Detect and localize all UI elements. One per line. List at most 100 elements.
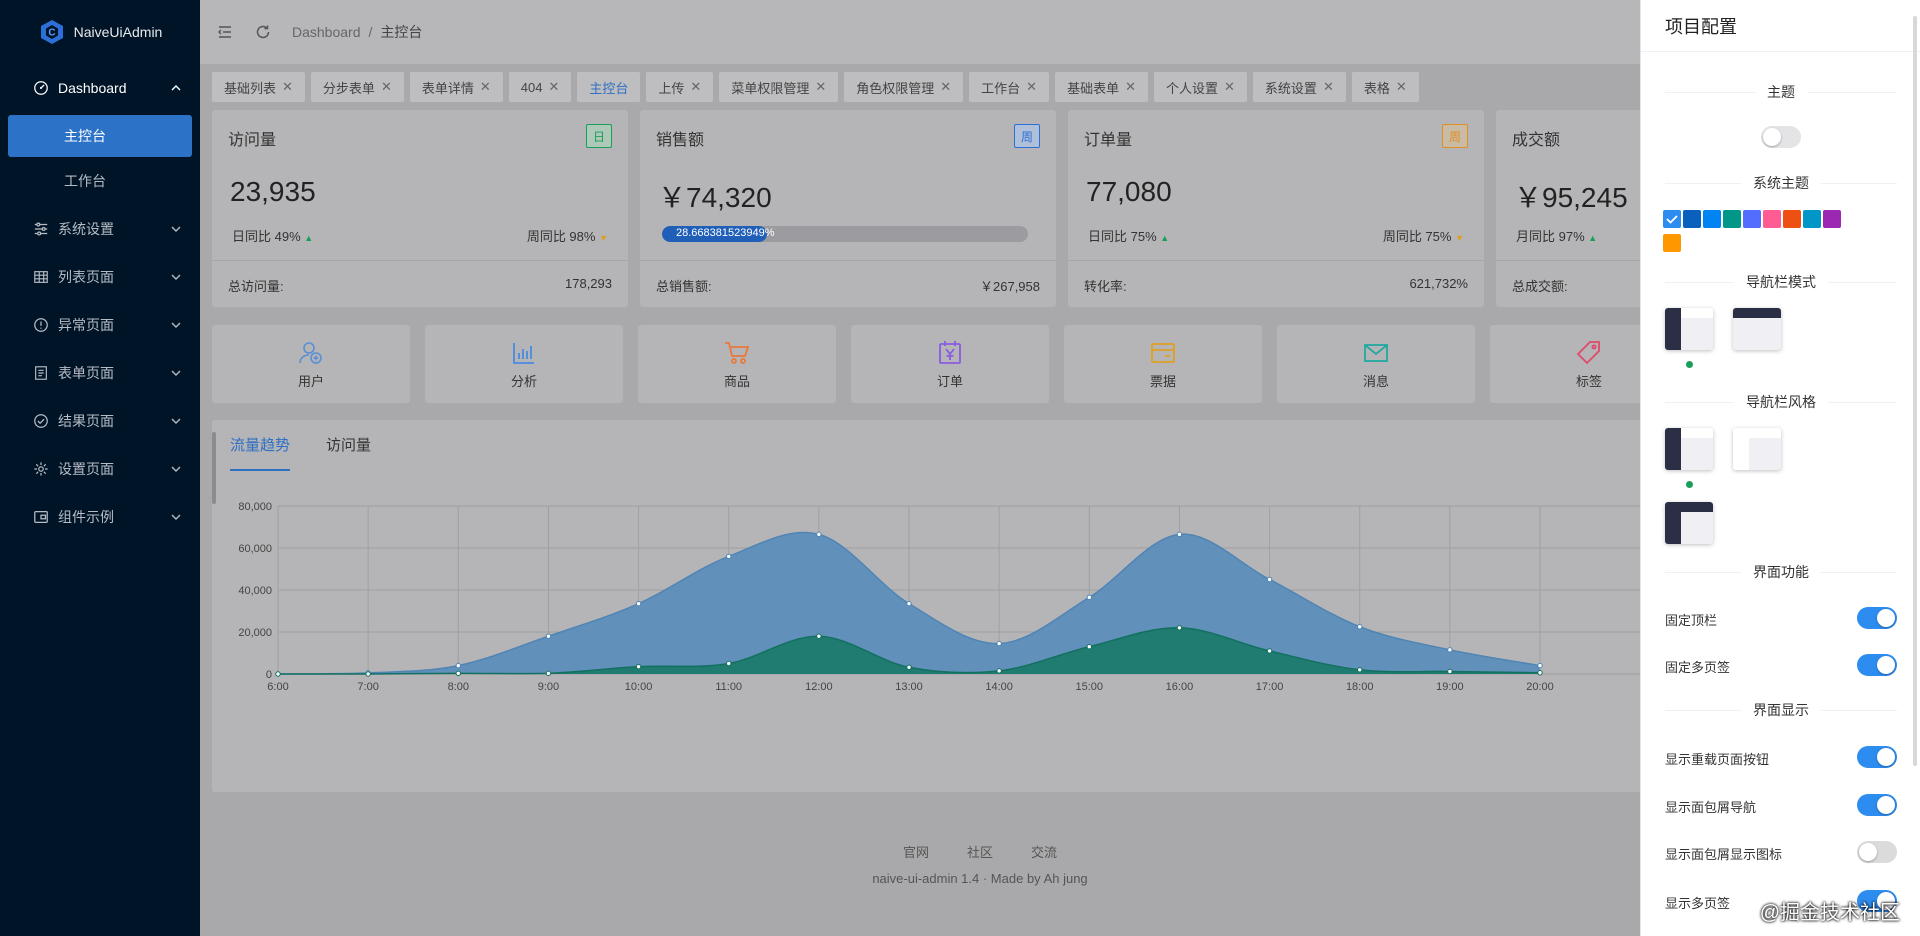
quick-entry-user[interactable]: 用户 (212, 325, 410, 403)
fixed-tabs-toggle[interactable] (1857, 654, 1897, 676)
sidebar-item-exception-pages[interactable]: 异常页面 (0, 301, 200, 349)
x-tick-label: 20:00 (1526, 681, 1554, 693)
refresh-icon[interactable] (254, 23, 272, 41)
sidebar-item-components[interactable]: 组件示例 (0, 493, 200, 541)
sidebar-item-list-pages[interactable]: 列表页面 (0, 253, 200, 301)
sidebar: C NaiveUiAdmin Dashboard 主控台 工作台 系统设置 列表… (0, 0, 200, 936)
close-icon[interactable]: ✕ (548, 79, 559, 95)
close-icon[interactable]: ✕ (381, 79, 392, 95)
theme-color-swatch[interactable] (1823, 210, 1841, 228)
chevron-up-icon (171, 85, 181, 91)
sidebar-subitem-console[interactable]: 主控台 (8, 115, 192, 157)
nav-mode-top-thumbnail[interactable] (1733, 308, 1781, 350)
data-point (1086, 644, 1092, 650)
show-reload-button-toggle[interactable] (1857, 746, 1897, 768)
breadcrumb-item-current[interactable]: 主控台 (380, 22, 422, 42)
quick-entry-orders[interactable]: 订单 (851, 325, 1049, 403)
selected-indicator (1686, 361, 1693, 368)
page-tab-label: 基础表单 (1067, 80, 1120, 96)
sidebar-subitem-workplace[interactable]: 工作台 (8, 160, 192, 202)
page-tab[interactable]: 上传 ✕ (646, 72, 714, 102)
sidebar-item-result-pages[interactable]: 结果页面 (0, 397, 200, 445)
sidebar-item-dashboard[interactable]: Dashboard (0, 64, 200, 112)
footer-link-community[interactable]: 社区 (967, 842, 993, 861)
quick-entry-label: 消息 (1362, 373, 1389, 389)
quick-entry-analysis[interactable]: 分析 (425, 325, 623, 403)
page-tab[interactable]: 基础表单 ✕ (1055, 72, 1148, 102)
nav-style-header-dark-thumbnail[interactable] (1665, 502, 1713, 544)
page-tab[interactable]: 菜单权限管理 ✕ (719, 72, 839, 102)
chevron-down-icon (171, 418, 181, 424)
theme-color-swatch[interactable] (1803, 210, 1821, 228)
page-tab[interactable]: 基础列表 ✕ (212, 72, 305, 102)
settings-drawer: 项目配置 主题 系统主题 导航栏模式 导航栏风格 界面功能 固定顶栏 固定多页签… (1640, 0, 1920, 936)
close-icon[interactable]: ✕ (1026, 79, 1037, 95)
theme-color-swatch[interactable] (1763, 210, 1781, 228)
theme-color-swatch[interactable] (1663, 210, 1681, 228)
theme-color-swatch[interactable] (1703, 210, 1721, 228)
fixed-header-toggle[interactable] (1857, 607, 1897, 629)
trend-up-icon: ▲ (1588, 233, 1598, 243)
x-tick-label: 8:00 (448, 681, 469, 693)
sidebar-item-system-settings[interactable]: 系统设置 (0, 205, 200, 253)
quick-entry-goods[interactable]: 商品 (638, 325, 836, 403)
page-tab[interactable]: 分步表单 ✕ (310, 72, 404, 102)
tab-visits[interactable]: 访问量 (326, 434, 371, 471)
theme-color-swatch[interactable] (1683, 210, 1701, 228)
option-label: 固定多页签 (1665, 660, 1731, 675)
quick-entry-label: 分析 (510, 373, 537, 389)
page-tab[interactable]: 角色权限管理 ✕ (844, 72, 964, 102)
page-tab[interactable]: 工作台 ✕ (969, 72, 1050, 102)
breadcrumb-item-dashboard[interactable]: Dashboard (292, 24, 361, 40)
close-icon[interactable]: ✕ (1125, 79, 1136, 95)
footer-link-discuss[interactable]: 交流 (1031, 842, 1057, 861)
theme-color-swatch[interactable] (1743, 210, 1761, 228)
nav-style-dark-thumbnail[interactable] (1665, 428, 1713, 470)
stat-card-orders: 订单量 周 77,080 日同比 75% ▲ 周同比 75% ▼ 转化率: 62… (1068, 110, 1484, 307)
close-icon[interactable]: ✕ (940, 79, 951, 95)
stat-daily-compare: 日同比 49% ▲ (232, 229, 314, 244)
theme-color-swatch[interactable] (1783, 210, 1801, 228)
drawer-scrollbar[interactable] (1913, 16, 1917, 766)
stat-value: 23,935 (230, 176, 316, 207)
page-tab[interactable]: 系统设置 ✕ (1252, 72, 1346, 102)
sidebar-item-form-pages[interactable]: 表单页面 (0, 349, 200, 397)
dark-theme-toggle[interactable] (1761, 126, 1801, 148)
close-icon[interactable]: ✕ (815, 79, 826, 95)
page-tab-label: 主控台 (589, 80, 629, 96)
sidebar-item-setting-pages[interactable]: 设置页面 (0, 445, 200, 493)
theme-color-swatch[interactable] (1663, 234, 1681, 252)
tab-traffic-trend[interactable]: 流量趋势 (230, 434, 291, 471)
stat-card-sales: 销售额 周 ￥74,320 28.668381523949% 总销售额: ￥26… (640, 110, 1056, 307)
footer-link-official[interactable]: 官网 (903, 842, 929, 861)
close-icon[interactable]: ✕ (690, 79, 701, 95)
close-icon[interactable]: ✕ (1323, 79, 1334, 95)
sliders-icon (32, 220, 50, 238)
show-breadcrumb-icon-toggle[interactable] (1857, 841, 1897, 863)
theme-color-swatch[interactable] (1723, 210, 1741, 228)
nav-mode-side-thumbnail[interactable] (1665, 308, 1713, 350)
quick-entry-messages[interactable]: 消息 (1277, 325, 1475, 403)
page-tab[interactable]: 主控台 (577, 72, 641, 102)
section-system-theme: 系统主题 (1665, 173, 1897, 193)
page-tab-label: 工作台 (981, 80, 1021, 96)
close-icon[interactable]: ✕ (282, 79, 293, 95)
close-icon[interactable]: ✕ (1396, 79, 1407, 95)
data-point (1447, 668, 1453, 675)
chevron-down-icon (171, 322, 181, 328)
quick-entry-bills[interactable]: 票据 (1064, 325, 1262, 403)
app-logo[interactable]: C NaiveUiAdmin (0, 0, 200, 64)
close-icon[interactable]: ✕ (1224, 79, 1235, 95)
page-tab[interactable]: 表格 ✕ (1351, 72, 1419, 102)
page-tab[interactable]: 表单详情 ✕ (409, 72, 503, 102)
menu-collapse-icon[interactable] (216, 23, 234, 41)
data-point (275, 671, 281, 677)
footer-copyright: naive-ui-admin 1.4 · Made by Ah jung (872, 871, 1088, 886)
section-nav-style: 导航栏风格 (1665, 392, 1897, 412)
page-tab[interactable]: 404 ✕ (508, 72, 572, 102)
nav-style-light-thumbnail[interactable] (1733, 428, 1781, 470)
page-tab[interactable]: 个人设置 ✕ (1154, 72, 1247, 102)
close-icon[interactable]: ✕ (480, 79, 491, 95)
y-tick-label: 20,000 (238, 627, 272, 639)
show-breadcrumb-toggle[interactable] (1857, 794, 1897, 816)
